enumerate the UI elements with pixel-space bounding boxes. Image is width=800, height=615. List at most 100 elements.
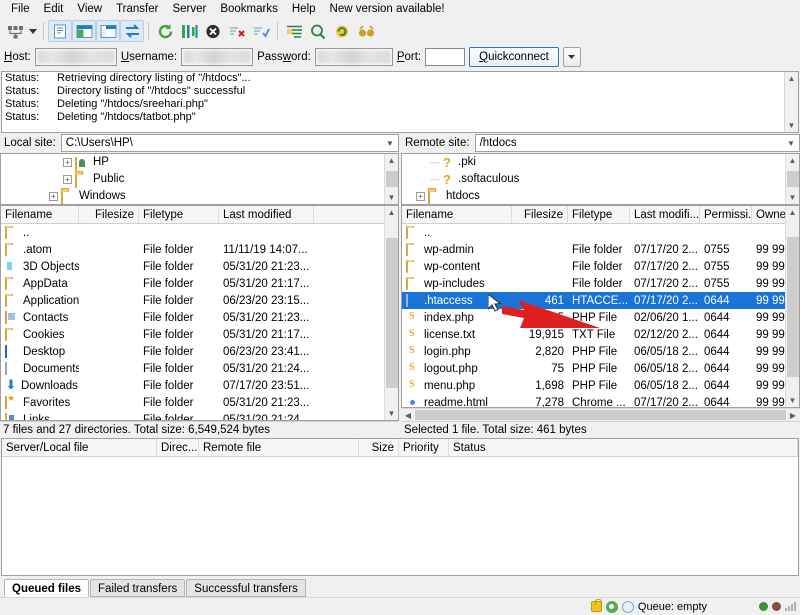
local-file-list[interactable]: Filename Filesize Filetype Last modified… xyxy=(0,205,399,421)
menu-item-edit[interactable]: Edit xyxy=(37,1,71,17)
scroll-up-icon[interactable]: ▲ xyxy=(388,154,396,167)
menu-item-server[interactable]: Server xyxy=(165,1,213,17)
username-input[interactable] xyxy=(181,48,254,66)
scroll-up-icon[interactable]: ▲ xyxy=(789,154,797,167)
table-row[interactable]: logout.php 75 PHP File 06/05/18 2... 064… xyxy=(402,360,799,377)
table-row[interactable]: Contacts File folder 05/31/20 21:23... xyxy=(1,309,398,326)
local-site-combo[interactable]: C:\Users\HP\ ▼ xyxy=(60,134,399,152)
scroll-up-icon[interactable]: ▲ xyxy=(388,206,396,219)
expand-icon[interactable]: + xyxy=(63,158,72,167)
menu-item-new-version-available[interactable]: New version available! xyxy=(323,1,452,17)
queue-body[interactable] xyxy=(2,457,798,575)
tree-node-public[interactable]: + Public xyxy=(1,171,398,188)
hscrollbar-thumb[interactable] xyxy=(415,410,786,420)
disconnect-icon[interactable] xyxy=(225,20,249,42)
menu-item-file[interactable]: File xyxy=(4,1,37,17)
column-header-permissions[interactable]: Permissi... xyxy=(700,206,752,223)
remote-site-combo[interactable]: /htdocs ▼ xyxy=(474,134,800,152)
table-row[interactable]: Desktop File folder 06/23/20 23:41... xyxy=(1,343,398,360)
local-directory-tree[interactable]: + HP + Public + Windows ▲ ▼ xyxy=(0,153,399,205)
column-header-filesize[interactable]: Filesize xyxy=(79,206,139,223)
message-log-scrollbar[interactable]: ▲ ▼ xyxy=(784,72,798,132)
filter-icon[interactable] xyxy=(282,20,306,42)
column-header-filetype[interactable]: Filetype xyxy=(568,206,630,223)
cancel-operation-icon[interactable] xyxy=(201,20,225,42)
tab-successful-transfers[interactable]: Successful transfers xyxy=(186,579,306,597)
menu-item-help[interactable]: Help xyxy=(285,1,323,17)
scrollbar-thumb[interactable] xyxy=(786,171,799,187)
table-row[interactable]: wp-content File folder 07/17/20 2... 075… xyxy=(402,258,799,275)
quickconnect-button[interactable]: Quickconnect xyxy=(469,47,559,67)
menu-item-transfer[interactable]: Transfer xyxy=(109,1,165,17)
synchronized-browsing-icon[interactable] xyxy=(330,20,354,42)
column-header-server-local-file[interactable]: Server/Local file xyxy=(2,439,157,456)
remote-directory-tree[interactable]: — ? .pki — ? .softaculous + htdocs ▲ ▼ xyxy=(401,153,800,205)
scroll-right-icon[interactable]: ▶ xyxy=(787,411,799,420)
scroll-down-icon[interactable]: ▼ xyxy=(789,191,797,204)
table-row[interactable]: login.php 2,820 PHP File 06/05/18 2... 0… xyxy=(402,343,799,360)
scrollbar-thumb[interactable] xyxy=(385,171,398,187)
compare-directories-icon[interactable] xyxy=(306,20,330,42)
table-row[interactable]: readme.html 7,278 Chrome ... 07/17/20 2.… xyxy=(402,394,799,408)
remote-tree-scrollbar[interactable]: ▲ ▼ xyxy=(785,154,799,204)
table-row[interactable]: ⬇ Downloads File folder 07/17/20 23:51... xyxy=(1,377,398,394)
remote-list-scrollbar[interactable]: ▲ ▼ xyxy=(785,206,799,407)
chevron-down-icon[interactable]: ▼ xyxy=(382,139,398,148)
column-header-last-modified[interactable]: Last modified xyxy=(219,206,314,223)
column-header-filename[interactable]: Filename xyxy=(402,206,512,223)
table-row[interactable]: .. xyxy=(402,224,799,241)
tree-node-hp[interactable]: + HP xyxy=(1,154,398,171)
menu-item-bookmarks[interactable]: Bookmarks xyxy=(213,1,285,17)
column-header-filesize[interactable]: Filesize xyxy=(512,206,568,223)
table-row[interactable]: 3D Objects File folder 05/31/20 21:23... xyxy=(1,258,398,275)
tree-node-softaculous[interactable]: — ? .softaculous xyxy=(402,171,799,188)
table-row[interactable]: .. xyxy=(1,224,398,241)
scroll-down-icon[interactable]: ▼ xyxy=(788,119,796,132)
scrollbar-thumb[interactable] xyxy=(786,236,799,377)
table-row[interactable]: Links File folder 05/31/20 21:24... xyxy=(1,411,398,420)
toggle-message-log-icon[interactable] xyxy=(48,20,72,42)
table-row[interactable]: Documents File folder 05/31/20 21:24... xyxy=(1,360,398,377)
scroll-down-icon[interactable]: ▼ xyxy=(388,407,396,420)
scroll-down-icon[interactable]: ▼ xyxy=(388,191,396,204)
table-row[interactable]: Favorites File folder 05/31/20 21:23... xyxy=(1,394,398,411)
column-header-status[interactable]: Status xyxy=(449,439,798,456)
local-list-scrollbar[interactable]: ▲ ▼ xyxy=(384,206,398,420)
table-row[interactable]: Cookies File folder 05/31/20 21:17... xyxy=(1,326,398,343)
tree-node-pki[interactable]: — ? .pki xyxy=(402,154,799,171)
toggle-transfer-queue-icon[interactable] xyxy=(120,20,144,42)
transfer-queue[interactable]: Server/Local file Direc... Remote file S… xyxy=(1,438,799,576)
find-files-icon[interactable] xyxy=(354,20,378,42)
table-row[interactable]: .atom File folder 11/11/19 14:07... xyxy=(1,241,398,258)
tab-failed-transfers[interactable]: Failed transfers xyxy=(90,579,186,597)
scroll-left-icon[interactable]: ◀ xyxy=(402,411,414,420)
table-row-selected[interactable]: .htaccess 461 HTACCE... 07/17/20 2... 06… xyxy=(402,292,799,309)
column-header-priority[interactable]: Priority xyxy=(399,439,449,456)
tree-node-htdocs[interactable]: + htdocs xyxy=(402,188,799,204)
table-row[interactable]: wp-admin File folder 07/17/20 2... 0755 … xyxy=(402,241,799,258)
table-row[interactable]: wp-includes File folder 07/17/20 2... 07… xyxy=(402,275,799,292)
table-row[interactable]: AppData File folder 05/31/20 21:17... xyxy=(1,275,398,292)
column-header-filetype[interactable]: Filetype xyxy=(139,206,219,223)
expand-icon[interactable]: + xyxy=(49,192,58,201)
reconnect-icon[interactable] xyxy=(249,20,273,42)
refresh-icon[interactable] xyxy=(153,20,177,42)
table-row[interactable]: menu.php 1,698 PHP File 06/05/18 2... 06… xyxy=(402,377,799,394)
site-manager-icon[interactable] xyxy=(3,20,27,42)
scroll-up-icon[interactable]: ▲ xyxy=(789,206,797,219)
quickconnect-dropdown-icon[interactable] xyxy=(562,47,581,67)
scroll-up-icon[interactable]: ▲ xyxy=(788,72,796,85)
column-header-filename[interactable]: Filename xyxy=(1,206,79,223)
local-tree-scrollbar[interactable]: ▲ ▼ xyxy=(384,154,398,204)
tab-queued-files[interactable]: Queued files xyxy=(4,579,90,597)
scroll-down-icon[interactable]: ▼ xyxy=(789,394,797,407)
password-input[interactable] xyxy=(314,48,393,66)
table-row[interactable]: index.php 405 PHP File 02/06/20 1... 064… xyxy=(402,309,799,326)
toggle-remote-tree-icon[interactable] xyxy=(96,20,120,42)
tree-node-windows[interactable]: + Windows xyxy=(1,188,398,204)
port-input[interactable] xyxy=(425,48,466,66)
menu-item-view[interactable]: View xyxy=(70,1,109,17)
column-header-remote-file[interactable]: Remote file xyxy=(199,439,359,456)
column-header-direction[interactable]: Direc... xyxy=(157,439,199,456)
remote-file-list[interactable]: Filename Filesize Filetype Last modifi..… xyxy=(401,205,800,408)
